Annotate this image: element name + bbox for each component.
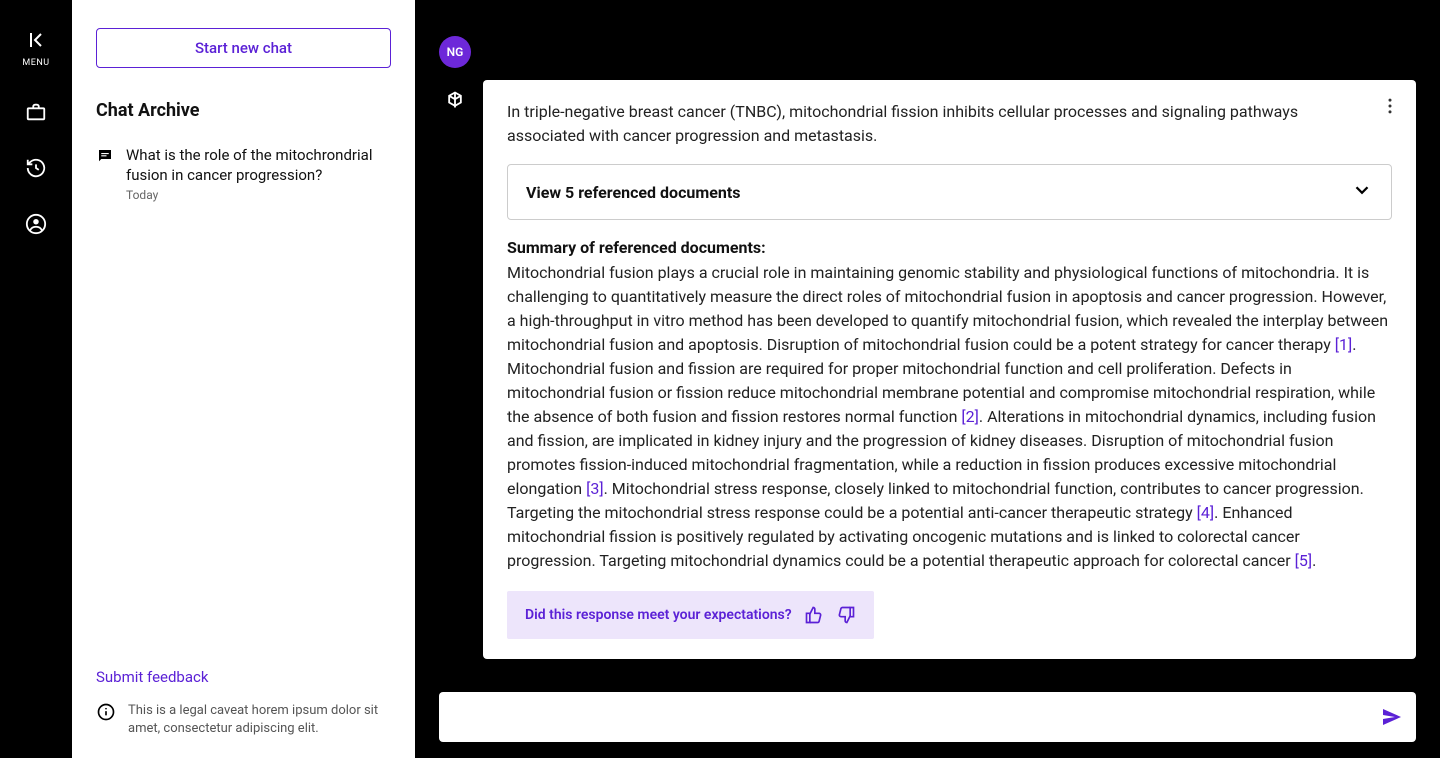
input-bar [415, 678, 1440, 758]
referenced-documents-toggle[interactable]: View 5 referenced documents [507, 164, 1392, 220]
chevron-down-icon [1351, 179, 1373, 205]
summary-body: Mitochondrial fusion plays a crucial rol… [507, 261, 1392, 573]
main-area: NG In triple-negative breast cancer (TNB… [415, 0, 1440, 758]
references-toggle-label: View 5 referenced documents [526, 183, 740, 202]
citation-5[interactable]: [5] [1295, 551, 1312, 570]
response-card: In triple-negative breast cancer (TNBC),… [483, 80, 1416, 659]
summary-heading: Summary of referenced documents: [507, 238, 1392, 257]
collapse-menu-icon [24, 28, 48, 56]
user-avatar-row: NG [439, 32, 1416, 68]
archive-item-title: What is the role of the mitochrondrial f… [126, 145, 391, 186]
card-kebab-menu[interactable] [1380, 96, 1400, 120]
menu-toggle-button[interactable]: MENU [22, 28, 49, 68]
citation-4[interactable]: [4] [1197, 503, 1214, 522]
history-icon[interactable] [24, 156, 48, 180]
feedback-prompt: Did this response meet your expectations… [525, 607, 792, 623]
chat-input-wrap [439, 692, 1416, 742]
submit-feedback-link[interactable]: Submit feedback [96, 668, 391, 686]
account-icon[interactable] [24, 212, 48, 236]
caveat-text: This is a legal caveat horem ipsum dolor… [128, 702, 391, 738]
citation-1[interactable]: [1] [1335, 335, 1352, 354]
bot-avatar-icon [439, 84, 471, 116]
thumbs-up-button[interactable] [804, 605, 824, 625]
user-avatar: NG [439, 36, 471, 68]
menu-label: MENU [22, 58, 49, 68]
send-button[interactable] [1380, 705, 1404, 729]
thumbs-down-button[interactable] [836, 605, 856, 625]
legal-caveat: This is a legal caveat horem ipsum dolor… [96, 702, 391, 738]
citation-2[interactable]: [2] [961, 407, 978, 426]
left-rail: MENU [0, 0, 72, 758]
archive-item-body: What is the role of the mitochrondrial f… [126, 145, 391, 202]
bot-message-row: In triple-negative breast cancer (TNBC),… [439, 80, 1416, 659]
summary-text-1: Mitochondrial fusion plays a crucial rol… [507, 263, 1388, 354]
info-icon [96, 702, 116, 726]
start-new-chat-button[interactable]: Start new chat [96, 28, 391, 68]
chat-archive-heading: Chat Archive [96, 100, 391, 121]
archive-item[interactable]: What is the role of the mitochrondrial f… [96, 141, 391, 206]
summary-text-6: . [1312, 551, 1316, 570]
chat-input[interactable] [455, 709, 1380, 726]
response-intro: In triple-negative breast cancer (TNBC),… [507, 100, 1392, 148]
sidebar: Start new chat Chat Archive What is the … [72, 0, 415, 758]
chat-scroll[interactable]: NG In triple-negative breast cancer (TNB… [415, 0, 1440, 678]
briefcase-icon[interactable] [24, 100, 48, 124]
feedback-box: Did this response meet your expectations… [507, 591, 874, 639]
citation-3[interactable]: [3] [586, 479, 603, 498]
chat-bubble-icon [96, 147, 114, 202]
archive-item-date: Today [126, 188, 391, 202]
